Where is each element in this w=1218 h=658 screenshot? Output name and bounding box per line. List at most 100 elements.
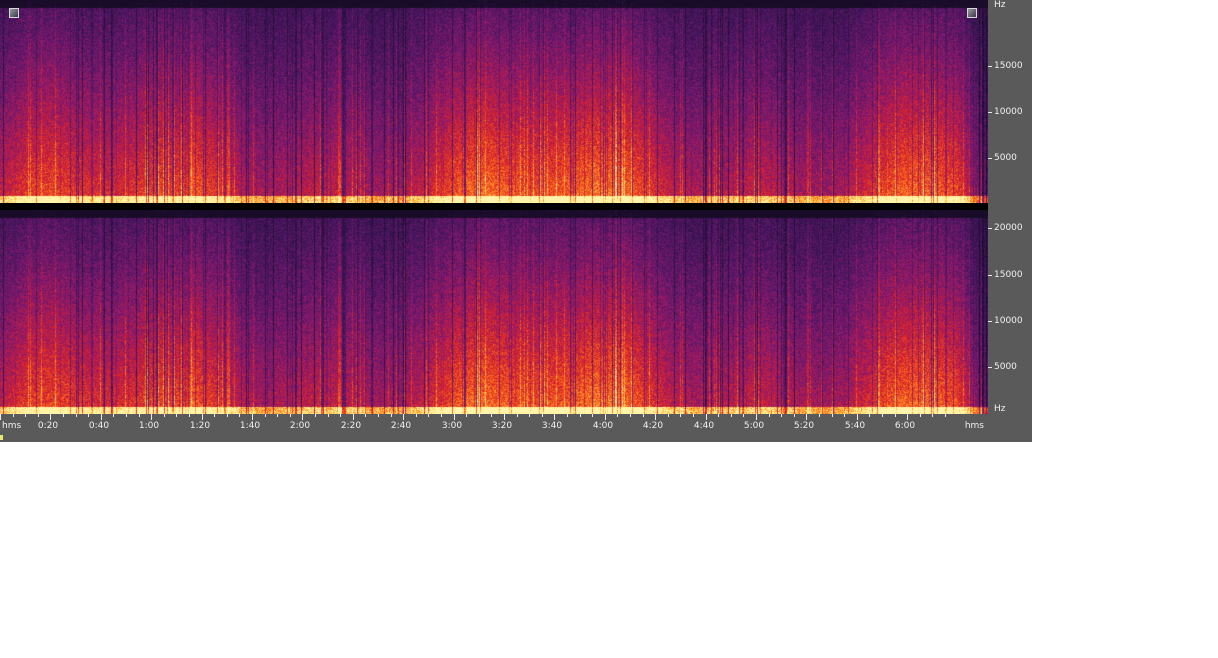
time-tick-minor [567,414,568,417]
time-tick-minor [869,414,870,417]
time-tick-minor [617,414,618,417]
time-tick [151,414,152,420]
time-ruler[interactable]: hms hms 0:20 0:40 1:00 1:20 1:40 2:00 2:20 2:40… [0,414,988,442]
time-tick-minor [693,414,694,417]
freq-label: 10000 [994,316,1023,326]
playhead-marker[interactable] [0,435,3,440]
time-tick [756,414,757,420]
spectrogram-canvas-right[interactable] [0,210,988,414]
time-tick-minor [517,414,518,417]
time-label: 3:20 [491,421,513,431]
time-label: 5:20 [793,421,815,431]
time-tick-minor [932,414,933,417]
time-tick-minor [882,414,883,417]
time-label: 4:20 [642,421,664,431]
time-tick [302,414,303,420]
time-tick [454,414,455,420]
time-tick-minor [479,414,480,417]
time-tick-minor [139,414,140,417]
time-tick-minor [227,414,228,417]
time-tick-minor [63,414,64,417]
freq-tick [988,367,992,368]
time-label: 4:00 [592,421,614,431]
time-tick-minor [13,414,14,417]
time-tick-minor [920,414,921,417]
channel-separator [0,203,988,210]
time-tick-minor [542,414,543,417]
time-tick [252,414,253,420]
time-tick-minor [580,414,581,417]
time-tick-minor [277,414,278,417]
time-tick-minor [895,414,896,417]
time-tick-minor [819,414,820,417]
time-tick-minor [668,414,669,417]
freq-tick [988,321,992,322]
frequency-ruler[interactable]: Hz 15000 10000 5000 20000 15000 10000 50… [988,0,1032,414]
time-label: 5:00 [743,421,765,431]
time-label: 3:40 [541,421,563,431]
time-tick [504,414,505,420]
time-tick-minor [630,414,631,417]
freq-tick [988,158,992,159]
time-label: 5:40 [844,421,866,431]
time-label: 6:00 [894,421,916,431]
spectrogram-channel-left[interactable] [0,0,988,203]
freq-tick [988,66,992,67]
fade-in-handle-icon[interactable] [9,8,19,18]
time-tick-minor [378,414,379,417]
freq-label: 15000 [994,270,1023,280]
time-label: 2:00 [289,421,311,431]
time-label: 1:40 [239,421,261,431]
freq-label: 20000 [994,223,1023,233]
time-label: 2:20 [340,421,362,431]
freq-unit-bottom: Hz [994,404,1006,414]
time-tick-minor [428,414,429,417]
time-tick-minor [643,414,644,417]
freq-tick [988,228,992,229]
freq-label: 15000 [994,61,1023,71]
time-tick [403,414,404,420]
time-tick-minor [164,414,165,417]
freq-label: 5000 [994,362,1017,372]
time-tick-minor [769,414,770,417]
time-tick-minor [76,414,77,417]
time-label: 4:40 [693,421,715,431]
ruler-corner [988,414,1032,442]
time-tick-minor [491,414,492,417]
fade-out-handle-icon[interactable] [967,8,977,18]
time-tick-minor [38,414,39,417]
time-tick-minor [466,414,467,417]
time-tick-minor [365,414,366,417]
time-tick-minor [391,414,392,417]
time-tick-minor [416,414,417,417]
time-tick-minor [718,414,719,417]
spectrogram-canvas-left[interactable] [0,0,988,203]
time-tick-minor [945,414,946,417]
time-tick-minor [176,414,177,417]
time-tick-minor [529,414,530,417]
spectrogram-channel-right[interactable] [0,210,988,414]
time-tick-minor [781,414,782,417]
time-label: 1:00 [138,421,160,431]
time-tick-minor [25,414,26,417]
time-tick-minor [214,414,215,417]
spectral-view-window: Hz 15000 10000 5000 20000 15000 10000 50… [0,0,1032,442]
time-tick-minor [832,414,833,417]
time-tick [655,414,656,420]
freq-label: 5000 [994,153,1017,163]
time-tick [202,414,203,420]
time-tick-minor [239,414,240,417]
time-tick-minor [680,414,681,417]
time-tick-minor [315,414,316,417]
time-tick-minor [743,414,744,417]
time-tick-minor [441,414,442,417]
time-label: 1:20 [189,421,211,431]
time-tick-minor [265,414,266,417]
freq-unit-top: Hz [994,0,1006,10]
freq-label: 10000 [994,107,1023,117]
time-tick-minor [113,414,114,417]
time-tick [101,414,102,420]
freq-tick [988,275,992,276]
time-tick [554,414,555,420]
time-tick-minor [290,414,291,417]
